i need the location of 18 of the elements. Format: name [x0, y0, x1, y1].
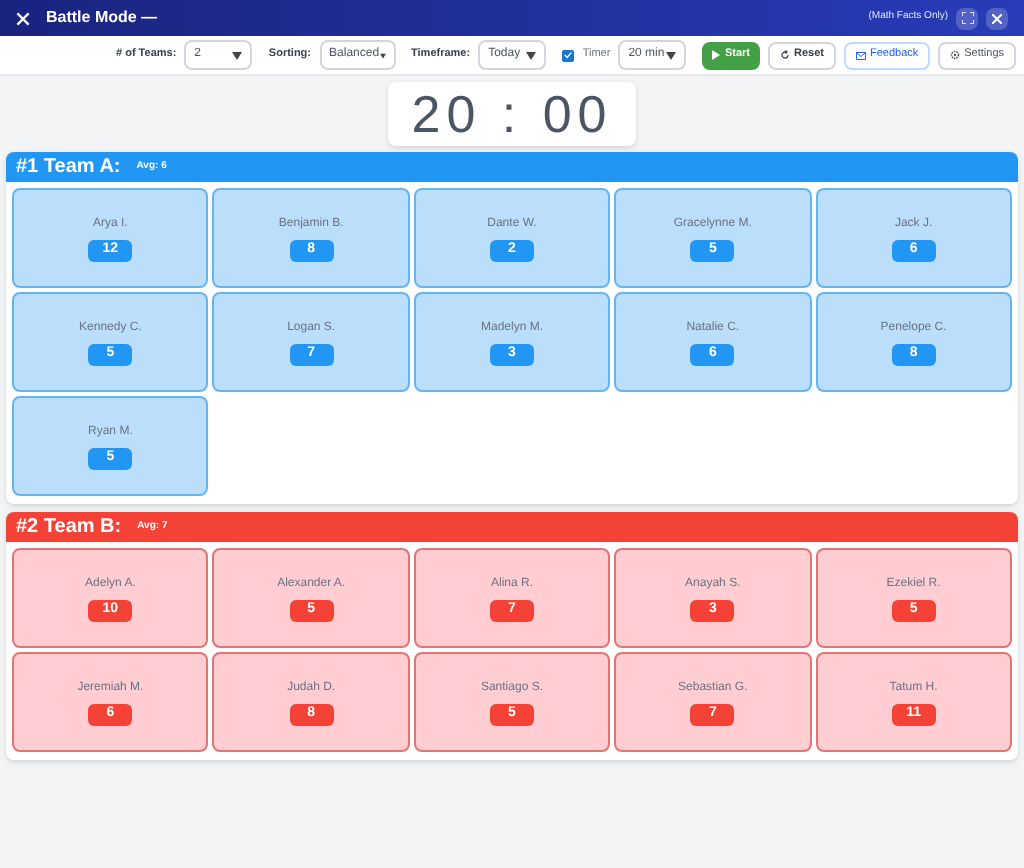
expand-icon [961, 12, 973, 24]
app-title: Battle Mode — [46, 6, 158, 30]
play-icon [712, 50, 721, 60]
caret-icon [379, 51, 386, 59]
fullscreen-button[interactable] [956, 7, 978, 29]
close-icon [992, 13, 1002, 23]
caret-icon [232, 51, 243, 59]
reset-icon [780, 50, 790, 60]
check-icon [564, 50, 573, 60]
team-title: #2 Team B: [16, 514, 122, 542]
team-title: #1 Team A: [16, 154, 121, 182]
caret-icon [666, 51, 677, 59]
close-button[interactable] [986, 7, 1008, 29]
caret-icon [526, 51, 537, 59]
timer-checkbox[interactable] [562, 49, 575, 61]
settings-icon [950, 50, 961, 60]
mail-icon [855, 51, 866, 59]
countdown-timer: 20 : 00 [387, 82, 637, 146]
